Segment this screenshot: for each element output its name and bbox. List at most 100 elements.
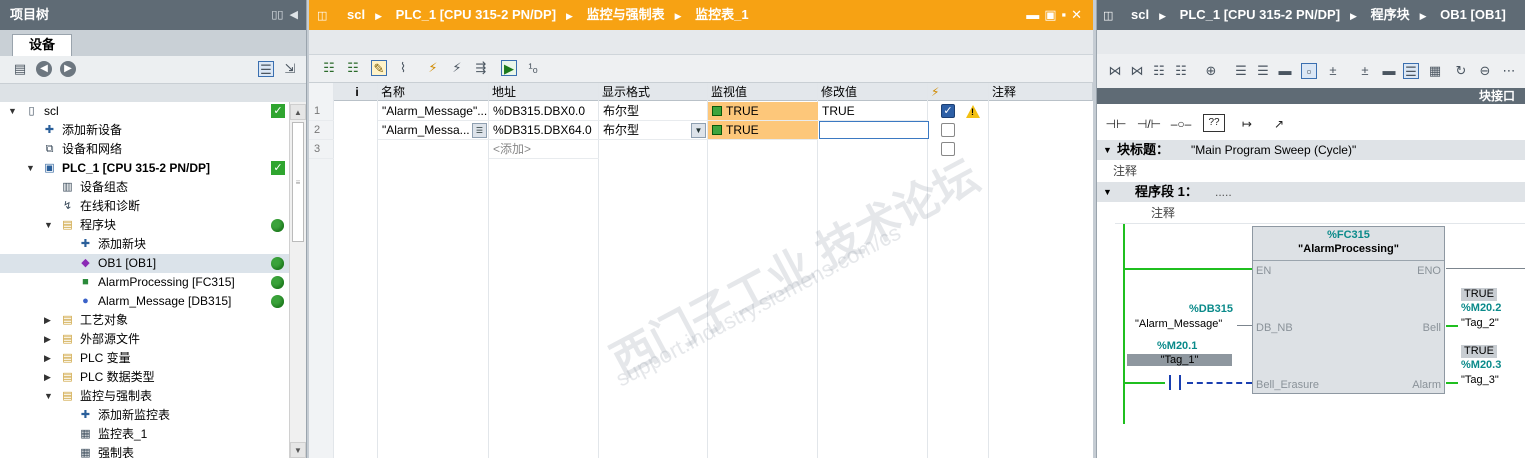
bc-project[interactable]: scl xyxy=(347,7,365,22)
delete-network-icon[interactable]: ⋈ xyxy=(1129,63,1145,79)
modify-now-icon[interactable]: ⚡ xyxy=(425,60,441,76)
empty-box-icon[interactable]: ?? xyxy=(1203,114,1225,132)
collapse-icon[interactable]: ▼ xyxy=(1103,140,1112,160)
tree-item[interactable]: ✚ 添加新监控表 xyxy=(0,406,290,425)
panel-controls[interactable]: ▯▯ ◀ xyxy=(271,0,298,30)
scroll-up-icon[interactable]: ▲ xyxy=(290,104,306,120)
insert-row-icon[interactable]: ☷ xyxy=(321,60,337,76)
function-block[interactable]: %FC315 "AlarmProcessing" EN ENO DB_NB Be… xyxy=(1252,226,1445,394)
tree-item[interactable]: ✚ 添加新块 xyxy=(0,235,290,254)
tree-item[interactable]: ▼ ▣ PLC_1 [CPU 315-2 PN/DP] ✓ xyxy=(0,159,290,178)
forward-icon[interactable]: ▶ xyxy=(60,61,76,77)
modify-trigger-icon[interactable]: ⚡ xyxy=(449,60,465,76)
tree-item[interactable]: ▼ ▤ 监控与强制表 xyxy=(0,387,290,406)
network-title-value[interactable]: ..... xyxy=(1215,182,1232,202)
contact-no-icon[interactable]: ⊣⊢ xyxy=(1103,114,1129,134)
expand-icon[interactable]: ▶ xyxy=(44,311,54,330)
out2-name[interactable]: "Tag_3" xyxy=(1461,374,1499,386)
contact-nc-icon[interactable]: ⊣/⊢ xyxy=(1135,114,1163,134)
bc-plc[interactable]: PLC_1 [CPU 315-2 PN/DP] xyxy=(1180,7,1340,22)
bc-folder[interactable]: 程序块 xyxy=(1371,7,1410,22)
monitor-once-icon[interactable]: ⌇ xyxy=(395,60,411,76)
collapse-icon[interactable]: ▼ xyxy=(1103,182,1112,202)
monitor-all-icon[interactable]: ▶ xyxy=(501,60,517,76)
close-branch-icon[interactable]: ↗ xyxy=(1267,114,1291,134)
modify-value-input[interactable] xyxy=(819,121,929,139)
enable-peripheral-icon[interactable]: ⇶ xyxy=(473,60,489,76)
window-controls[interactable]: ▬▣▪✕ xyxy=(1026,0,1087,30)
block-title-row[interactable]: ▼ 块标题： "Main Program Sweep (Cycle)" xyxy=(1097,140,1525,160)
go-to-error-icon[interactable]: ± xyxy=(1325,63,1341,79)
insert-network-icon[interactable]: ⋈ xyxy=(1107,63,1123,79)
contact-element[interactable] xyxy=(1165,375,1185,390)
absolute-address-icon[interactable]: ⊕ xyxy=(1203,63,1219,79)
comments-icon[interactable]: ▫ xyxy=(1301,63,1317,79)
tree-item[interactable]: ▶ ▤ 工艺对象 xyxy=(0,311,290,330)
expand-icon[interactable]: ▶ xyxy=(44,368,54,387)
modify-checkbox[interactable]: ✓ xyxy=(941,104,955,118)
row-address[interactable]: %DB315.DBX64.0 xyxy=(489,121,599,140)
tree-item[interactable]: ▶ ▤ PLC 数据类型 xyxy=(0,368,290,387)
close-all-networks-icon[interactable]: ☰ xyxy=(1255,63,1271,79)
tree-scrollbar[interactable]: ▲ ≡ ▼ xyxy=(289,102,306,458)
tree-item[interactable]: ■ AlarmProcessing [FC315] xyxy=(0,273,290,292)
name-picker-icon[interactable]: ☰ xyxy=(472,123,487,138)
insert-row-icon[interactable]: ☷ xyxy=(1151,63,1167,79)
collapse-icon[interactable]: ▼ xyxy=(44,216,54,235)
monitor-icon[interactable]: ↻ xyxy=(1453,63,1469,79)
add-row-icon[interactable]: ☷ xyxy=(1173,63,1189,79)
monitor-toggle-icon[interactable]: ⊖ xyxy=(1477,63,1493,79)
expand-icon[interactable]: ▶ xyxy=(44,330,54,349)
scroll-down-icon[interactable]: ▼ xyxy=(290,442,306,458)
overview-icon[interactable]: ☰ xyxy=(258,61,274,77)
lock-icon[interactable]: ▦ xyxy=(1427,63,1443,79)
pin-icon[interactable]: ◫ xyxy=(1103,10,1113,22)
tree-item[interactable]: ✚ 添加新设备 xyxy=(0,121,290,140)
row-format[interactable]: 布尔型 xyxy=(599,102,708,121)
db-operand-name[interactable]: "Alarm_Message" xyxy=(1135,318,1222,330)
tree-item[interactable]: ↯ 在线和诊断 xyxy=(0,197,290,216)
list-icon[interactable]: ☰ xyxy=(1403,63,1419,79)
tree-item[interactable]: ▶ ▤ PLC 变量 xyxy=(0,349,290,368)
tree-item[interactable]: ◆ OB1 [OB1] xyxy=(0,254,290,273)
block-title-value[interactable]: "Main Program Sweep (Cycle)" xyxy=(1191,140,1356,160)
next-error-icon[interactable]: ± xyxy=(1357,63,1373,79)
tree-item[interactable]: ▼ ▯ scl ✓ xyxy=(0,102,290,121)
row-address[interactable]: %DB315.DBX0.0 xyxy=(489,102,599,121)
bc-folder[interactable]: 监控与强制表 xyxy=(587,7,665,22)
block-comment[interactable]: 注释 xyxy=(1097,160,1525,182)
tree-item[interactable]: ▶ ▤ 外部源文件 xyxy=(0,330,290,349)
tree-item[interactable]: ▦ 监控表_1 xyxy=(0,425,290,444)
tag1-name[interactable]: "Tag_1" xyxy=(1127,354,1232,366)
tab-devices[interactable]: 设备 xyxy=(12,34,72,56)
collapse-icon[interactable]: ▼ xyxy=(8,102,18,121)
tree-item[interactable]: ▦ 强制表 xyxy=(0,444,290,458)
block-interface-bar[interactable]: 块接口 xyxy=(1097,88,1525,104)
back-icon[interactable]: ◀ xyxy=(36,61,52,77)
bc-table[interactable]: 监控表_1 xyxy=(695,7,748,22)
favorites-icon[interactable]: ▬ xyxy=(1277,63,1293,79)
tree-item[interactable]: ⧉ 设备和网络 xyxy=(0,140,290,159)
more-icon[interactable]: ⋯ xyxy=(1501,63,1517,79)
collapse-icon[interactable]: ▼ xyxy=(44,387,54,406)
monitor-once-all-icon[interactable]: ¹ₒ xyxy=(525,60,541,76)
export-icon[interactable]: ⇲ xyxy=(282,61,298,77)
pin-icon[interactable]: ◫ xyxy=(317,10,327,22)
add-row-placeholder[interactable]: <添加> xyxy=(489,140,599,159)
out1-name[interactable]: "Tag_2" xyxy=(1461,317,1499,329)
open-branch-icon[interactable]: ↦ xyxy=(1235,114,1259,134)
tree-item[interactable]: ● Alarm_Message [DB315] xyxy=(0,292,290,311)
coil-icon[interactable]: –○– xyxy=(1167,114,1195,134)
network-title-row[interactable]: ▼ 程序段 1： ..... xyxy=(1097,182,1525,202)
col-comment-header[interactable]: 注释 xyxy=(989,83,1093,101)
collapse-icon[interactable]: ▼ xyxy=(26,159,36,178)
network-comment[interactable]: 注释 xyxy=(1115,202,1525,224)
row-modify-value[interactable]: TRUE xyxy=(818,102,928,121)
add-row-icon[interactable]: ☷ xyxy=(345,60,361,76)
scroll-thumb[interactable]: ≡ xyxy=(292,122,304,242)
open-all-networks-icon[interactable]: ☰ xyxy=(1233,63,1249,79)
row-name[interactable]: "Alarm_Message"... xyxy=(378,102,489,121)
bc-block[interactable]: OB1 [OB1] xyxy=(1440,7,1506,22)
align-icon[interactable]: ▬ xyxy=(1381,63,1397,79)
show-modify-icon[interactable]: ✎ xyxy=(371,60,387,76)
